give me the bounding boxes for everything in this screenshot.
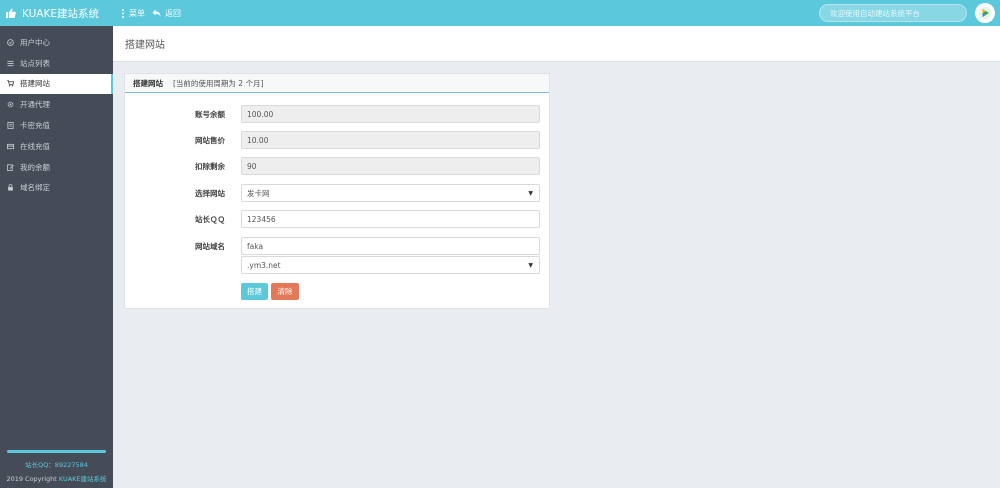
top-bar: KUAKE建站系统 菜单 返回 欢迎使用自动建站系统平台 xyxy=(0,0,1000,26)
sidebar-item-label: 搭建网站 xyxy=(20,79,50,89)
balance-row: 账号余额 100.00 xyxy=(125,105,551,123)
qq-label: 站长ＱＱ xyxy=(195,214,225,224)
balance-label: 账号余额 xyxy=(195,109,225,119)
build-site-panel: 搭建网站 [当前的使用周期为 2 个月] 账号余额 100.00 网站售价 10… xyxy=(124,73,550,309)
menu-dots-icon xyxy=(122,8,124,18)
remain-field: 90 xyxy=(241,157,540,175)
sidebar-item-label: 卡密充值 xyxy=(20,121,50,131)
sidebar-item-label: 用户中心 xyxy=(20,37,50,47)
remain-row: 扣除剩余 90 xyxy=(125,157,551,175)
sidebar-footer: 站长QQ：89227584 2019 Copyright KUAKE建站系统 xyxy=(0,450,113,488)
brand[interactable]: KUAKE建站系统 xyxy=(6,0,99,26)
back-button[interactable]: 返回 xyxy=(152,0,181,26)
sidebar-item-label: 域名绑定 xyxy=(20,183,50,193)
sidebar-item-user-center[interactable]: 用户中心 xyxy=(0,32,113,53)
gear-icon xyxy=(7,101,14,108)
list-icon xyxy=(7,60,14,66)
sidebar-item-label: 在线充值 xyxy=(20,141,50,151)
caret-down-icon: ▼ xyxy=(528,189,533,197)
panel-note: [当前的使用周期为 2 个月] xyxy=(173,78,264,88)
domain-suffix-value: .ym3.net xyxy=(247,260,281,270)
sidebar-item-build-site[interactable]: 搭建网站 xyxy=(0,73,113,95)
price-label: 网站售价 xyxy=(195,135,225,145)
menu-label: 菜单 xyxy=(129,8,145,18)
price-row: 网站售价 10.00 xyxy=(125,131,551,149)
remain-value: 90 xyxy=(247,161,257,171)
qq-row: 站长ＱＱ 123456 xyxy=(125,210,551,228)
price-value: 10.00 xyxy=(247,135,269,145)
sidebar-footer-bar xyxy=(7,450,106,453)
domain-row: 网站域名 faka .ym3.net ▼ xyxy=(125,237,551,274)
domain-prefix-value: faka xyxy=(247,241,264,251)
sidebar-item-label: 开通代理 xyxy=(20,100,50,110)
balance-value: 100.00 xyxy=(247,109,274,119)
brand-name: KUAKE建站系统 xyxy=(22,7,99,20)
cart-icon xyxy=(7,80,14,87)
menu-button[interactable]: 菜单 xyxy=(121,0,145,26)
site-row: 选择网站 发卡网 ▼ xyxy=(125,184,551,202)
wallet-icon xyxy=(7,143,14,149)
domain-label: 网站域名 xyxy=(195,241,225,251)
build-button[interactable]: 搭建 xyxy=(241,283,268,300)
caret-down-icon: ▼ xyxy=(528,261,533,269)
back-label: 返回 xyxy=(165,8,181,18)
remain-label: 扣除剩余 xyxy=(195,161,225,171)
lock-icon xyxy=(8,184,13,192)
qq-input-value: 123456 xyxy=(247,214,276,224)
panel-title: 搭建网站 xyxy=(133,78,163,88)
reply-icon xyxy=(152,9,161,17)
clear-button[interactable]: 清除 xyxy=(271,283,299,300)
qq-input[interactable]: 123456 xyxy=(241,210,540,228)
search-placeholder: 欢迎使用自动建站系统平台 xyxy=(830,8,920,18)
sidebar-item-card-recharge[interactable]: 卡密充值 xyxy=(0,115,113,136)
domain-prefix-input[interactable]: faka xyxy=(241,237,540,255)
avatar[interactable] xyxy=(975,3,995,23)
panel-header: 搭建网站 [当前的使用周期为 2 个月] xyxy=(125,74,549,93)
sidebar-item-open-agent[interactable]: 开通代理 xyxy=(0,94,113,115)
admin-qq: 站长QQ：89227584 xyxy=(25,461,88,469)
balance-field: 100.00 xyxy=(241,105,540,123)
sidebar-item-label: 我的余额 xyxy=(20,162,50,172)
copyright-link[interactable]: KUAKE建站系统 xyxy=(59,475,107,483)
sidebar-item-online-recharge[interactable]: 在线充值 xyxy=(0,136,113,157)
play-logo-icon xyxy=(978,6,992,20)
sidebar-item-domain-binding[interactable]: 域名绑定 xyxy=(0,178,113,199)
sidebar-item-my-balance[interactable]: 我的余额 xyxy=(0,157,113,178)
price-field: 10.00 xyxy=(241,131,540,149)
sidebar-item-site-list[interactable]: 站点列表 xyxy=(0,53,113,74)
page-title: 搭建网站 xyxy=(113,26,1000,62)
site-select-value: 发卡网 xyxy=(247,188,270,198)
site-select[interactable]: 发卡网 ▼ xyxy=(241,184,540,202)
site-label: 选择网站 xyxy=(195,188,225,198)
sidebar: 用户中心 站点列表 搭建网站 开通代理 卡密充值 在线充值 我的余额 域名绑定 … xyxy=(0,26,113,488)
domain-suffix-select[interactable]: .ym3.net ▼ xyxy=(241,256,540,274)
copyright: 2019 Copyright KUAKE建站系统 xyxy=(0,473,113,483)
edit-icon xyxy=(7,164,14,171)
card-icon xyxy=(7,122,14,130)
circle-check-icon xyxy=(7,39,14,46)
sidebar-item-label: 站点列表 xyxy=(20,58,50,68)
search-input[interactable]: 欢迎使用自动建站系统平台 xyxy=(819,4,967,22)
copyright-prefix: 2019 Copyright xyxy=(6,475,59,483)
thumbs-up-icon xyxy=(6,8,16,18)
